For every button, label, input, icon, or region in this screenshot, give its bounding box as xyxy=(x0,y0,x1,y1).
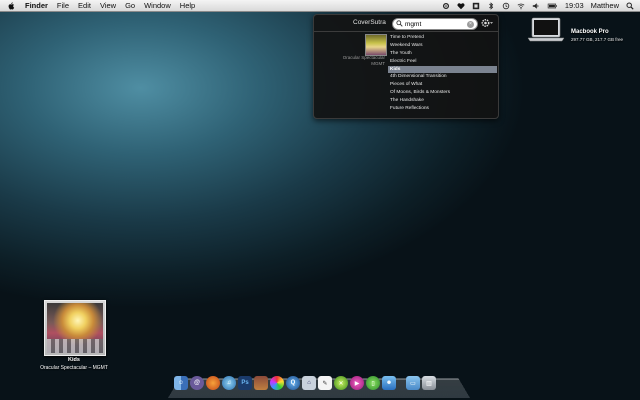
coversutra-status-icon[interactable] xyxy=(472,2,480,10)
drive-name: Macbook Pro xyxy=(571,29,609,35)
quicktime-icon[interactable]: Q xyxy=(286,376,300,390)
search-icon xyxy=(396,20,403,27)
photoshop-icon[interactable]: Ps xyxy=(238,376,252,390)
menu-go[interactable]: Go xyxy=(125,1,135,10)
dock: ☺ @ ♫ Ps Q ⌂ ✎ ✕ ▶ ▯ ☻ ▭ ▥ xyxy=(174,376,466,394)
evernote-icon[interactable]: ▯ xyxy=(366,376,380,390)
laptop-drive-icon xyxy=(527,17,565,42)
volume-icon[interactable] xyxy=(532,2,540,10)
track-item-selected[interactable]: Kids xyxy=(388,65,497,74)
colorsync-icon[interactable] xyxy=(270,376,284,390)
media-player-icon[interactable]: ▶ xyxy=(350,376,364,390)
battery-icon[interactable] xyxy=(547,2,558,10)
clear-search-icon[interactable]: × xyxy=(467,20,474,28)
track-item[interactable]: Weekend Wars xyxy=(388,42,497,50)
coversutra-panel: CoverSutra × Oracular Spectacular MGMT T… xyxy=(313,14,499,119)
dock-separator xyxy=(398,376,404,394)
menu-file[interactable]: File xyxy=(57,1,69,10)
menu-edit[interactable]: Edit xyxy=(78,1,91,10)
time-machine-icon[interactable] xyxy=(502,2,510,10)
user-name[interactable]: Matthew xyxy=(591,1,619,10)
menu-view[interactable]: View xyxy=(100,1,116,10)
now-playing-artist-album: Oracular Spectacular – MGMT xyxy=(40,365,108,371)
track-item[interactable]: Future Reflections xyxy=(388,105,497,113)
photos-icon[interactable] xyxy=(254,376,268,390)
xbox-icon[interactable]: ✕ xyxy=(334,376,348,390)
menu-finder[interactable]: Finder xyxy=(25,1,48,10)
network-icon[interactable]: ⌂ xyxy=(302,376,316,390)
spotlight-search-icon[interactable] xyxy=(626,1,634,10)
track-item[interactable]: Pieces of What xyxy=(388,81,497,89)
album-cover-thumbnail[interactable] xyxy=(365,34,387,56)
track-item[interactable]: 4th Dimensional Transition xyxy=(388,73,497,81)
album-artwork-floor xyxy=(47,339,103,353)
menu-bar: Finder File Edit View Go Window Help 19:… xyxy=(0,0,640,12)
track-item[interactable]: The Youth xyxy=(388,50,497,58)
downloads-folder-icon[interactable]: ▭ xyxy=(406,376,420,390)
album-artwork[interactable] xyxy=(44,300,106,356)
album-artist: MGMT xyxy=(371,61,385,66)
panel-title: CoverSutra xyxy=(353,19,386,26)
now-playing-track: Kids xyxy=(68,357,80,363)
panel-divider xyxy=(314,31,498,32)
firefox-icon[interactable] xyxy=(206,376,220,390)
track-item[interactable]: Of Moons, Birds & Monsters xyxy=(388,89,497,97)
album-info: Oracular Spectacular MGMT xyxy=(343,55,385,67)
clock[interactable]: 19:03 xyxy=(565,1,584,10)
mail-icon[interactable]: @ xyxy=(190,376,204,390)
textedit-icon[interactable]: ✎ xyxy=(318,376,332,390)
track-item[interactable]: Time to Pretend xyxy=(388,34,497,42)
track-item[interactable]: The Handshake xyxy=(388,97,497,105)
menu-extras: 19:03 Matthew xyxy=(442,0,634,11)
heart-icon[interactable] xyxy=(457,2,465,10)
gear-menu-icon[interactable] xyxy=(481,18,493,28)
finder-icon[interactable]: ☺ xyxy=(174,376,188,390)
trash-icon[interactable]: ▥ xyxy=(422,376,436,390)
desktop-drive[interactable]: Macbook Pro 297.77 GB, 217.7 GB free xyxy=(527,17,637,47)
search-input[interactable] xyxy=(405,19,467,29)
apple-icon[interactable] xyxy=(8,1,15,10)
drive-space: 297.77 GB, 217.7 GB free xyxy=(571,37,624,42)
bluetooth-icon[interactable] xyxy=(487,1,495,10)
gear-status-icon[interactable] xyxy=(442,2,450,10)
search-box[interactable]: × xyxy=(392,18,478,30)
wifi-icon[interactable] xyxy=(517,2,525,10)
users-icon[interactable]: ☻ xyxy=(382,376,396,390)
menu-window[interactable]: Window xyxy=(144,1,171,10)
track-item[interactable]: Electric Feel xyxy=(388,58,497,66)
itunes-icon[interactable]: ♫ xyxy=(222,376,236,390)
menu-help[interactable]: Help xyxy=(180,1,195,10)
track-list: Time to Pretend Weekend Wars The Youth E… xyxy=(388,34,497,113)
